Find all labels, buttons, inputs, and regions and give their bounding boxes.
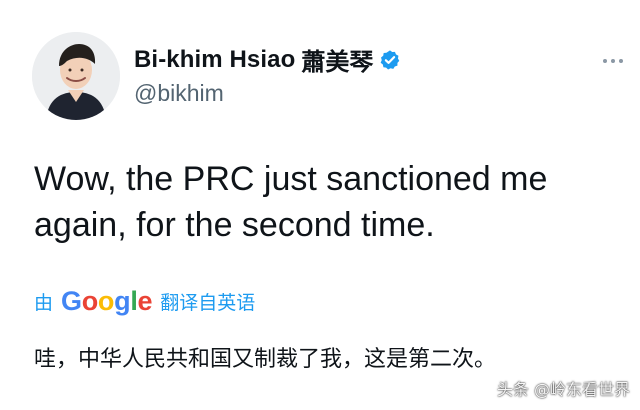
- tweet-text: Wow, the PRC just sanctioned me again, f…: [34, 160, 548, 244]
- google-logo: Google: [61, 286, 153, 316]
- translation-attribution: 由 Google 翻译自英语: [34, 288, 255, 315]
- display-name-cjk[interactable]: 蕭美琴: [301, 42, 373, 77]
- translate-from-english-link[interactable]: 翻译自英语: [160, 288, 255, 315]
- name-row: Bi-khim Hsiao 蕭美琴: [134, 42, 401, 77]
- source-watermark: 头条 @岭东看世界: [496, 380, 630, 399]
- tweet-card: Bi-khim Hsiao 蕭美琴 @bikhim Wow, the PRC j…: [0, 0, 640, 410]
- more-options-icon[interactable]: [602, 50, 624, 72]
- user-handle[interactable]: @bikhim: [134, 80, 224, 107]
- avatar[interactable]: [32, 32, 120, 120]
- translated-by-label: 由: [34, 292, 54, 314]
- verified-badge-icon: [379, 49, 401, 71]
- display-name[interactable]: Bi-khim Hsiao: [134, 46, 295, 74]
- profile-photo: [32, 32, 120, 120]
- translated-tweet-text: 哇，中华人民共和国又制裁了我，这是第二次。: [34, 347, 497, 372]
